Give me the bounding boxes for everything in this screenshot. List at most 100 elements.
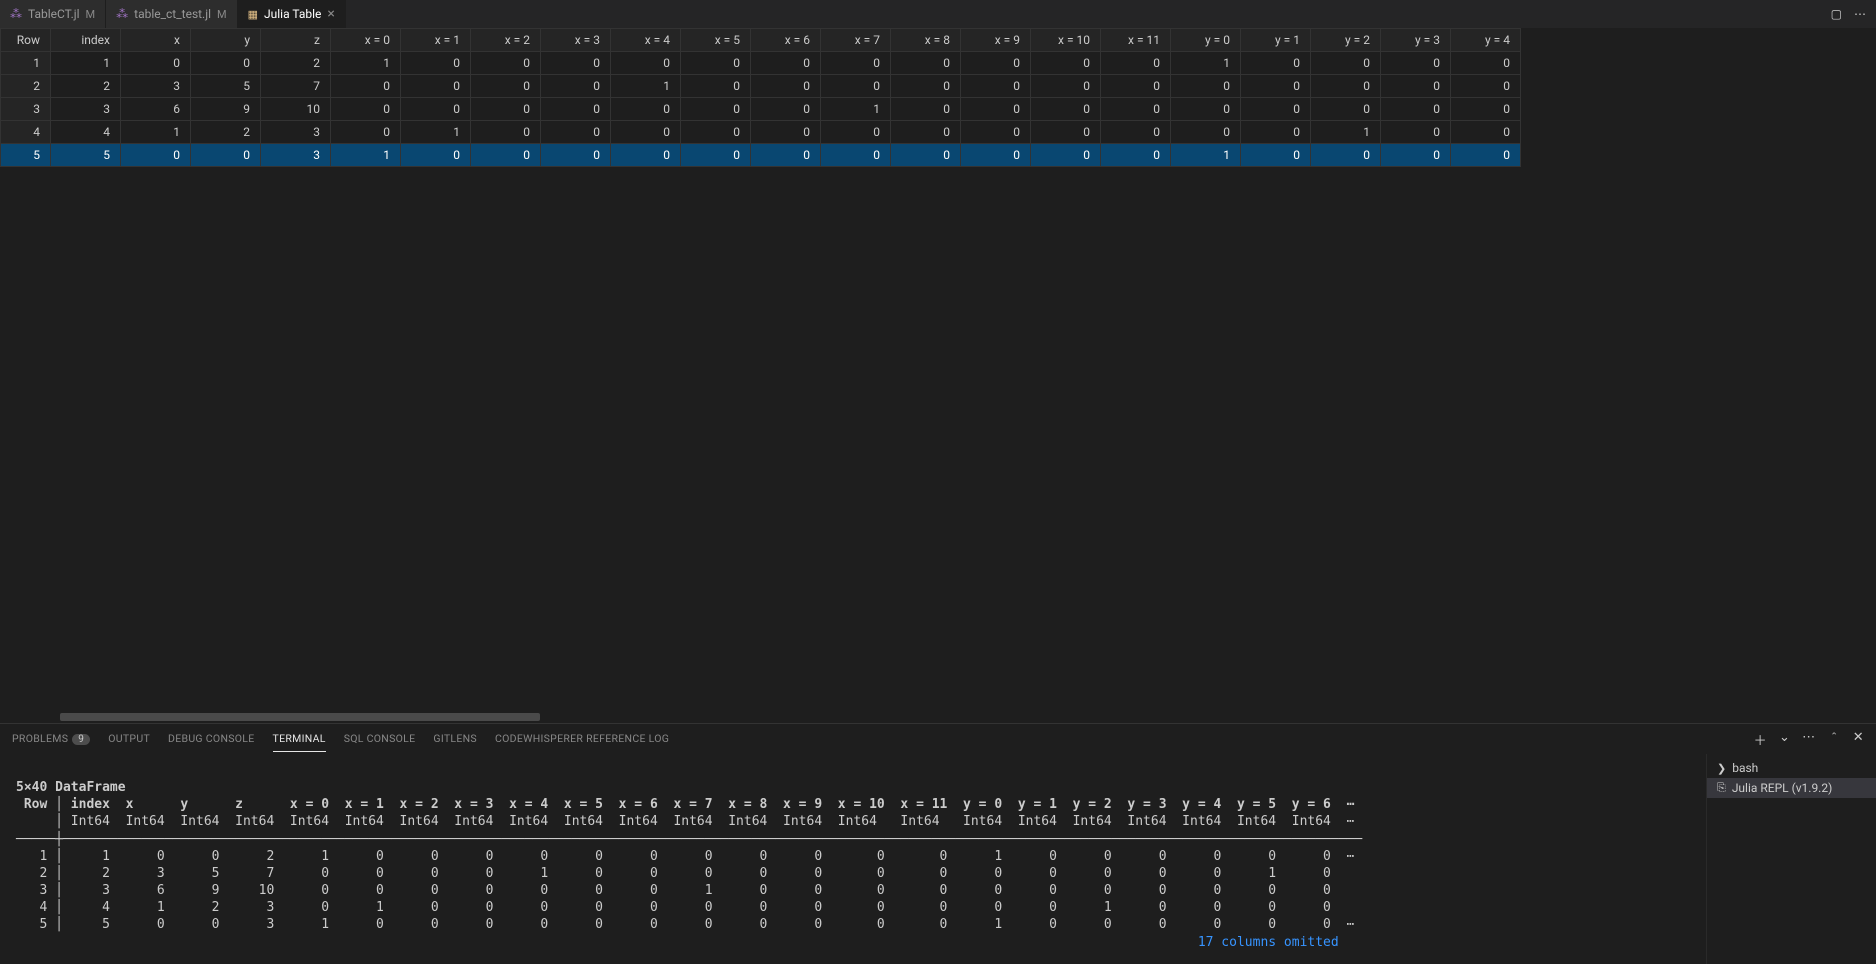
table-cell[interactable]: 0 (681, 144, 751, 167)
table-cell[interactable]: 3 (261, 121, 331, 144)
table-cell[interactable]: 0 (1101, 75, 1171, 98)
split-editor-icon[interactable]: ▢ (1831, 7, 1842, 21)
table-cell[interactable]: 0 (961, 144, 1031, 167)
table-cell[interactable]: 2 (1, 75, 51, 98)
table-cell[interactable]: 0 (1311, 98, 1381, 121)
table-cell[interactable]: 0 (1031, 144, 1101, 167)
table-cell[interactable]: 0 (1451, 52, 1521, 75)
table-cell[interactable]: 0 (1101, 52, 1171, 75)
table-cell[interactable]: 0 (471, 75, 541, 98)
panel-tab[interactable]: PROBLEMS9 (12, 726, 90, 752)
table-cell[interactable]: 0 (891, 144, 961, 167)
table-cell[interactable]: 0 (961, 52, 1031, 75)
table-cell[interactable]: 0 (191, 144, 261, 167)
table-cell[interactable]: 0 (1311, 52, 1381, 75)
terminal-dropdown-icon[interactable]: ⌄ (1779, 730, 1790, 749)
editor-tab[interactable]: ⁂TableCT.jlM (0, 0, 106, 28)
table-cell[interactable]: 0 (331, 75, 401, 98)
terminal-list-item[interactable]: ⎘Julia REPL (v1.9.2) (1707, 778, 1876, 798)
table-cell[interactable]: 0 (1241, 121, 1311, 144)
table-cell[interactable]: 3 (1, 98, 51, 121)
table-cell[interactable]: 0 (471, 144, 541, 167)
table-cell[interactable]: 2 (191, 121, 261, 144)
table-cell[interactable]: 1 (401, 121, 471, 144)
terminal-list-item[interactable]: ❯bash (1707, 758, 1876, 778)
column-header[interactable]: x = 4 (611, 29, 681, 52)
column-header[interactable]: x = 8 (891, 29, 961, 52)
table-cell[interactable]: 1 (1171, 144, 1241, 167)
table-cell[interactable]: 1 (821, 98, 891, 121)
table-cell[interactable]: 0 (1451, 98, 1521, 121)
panel-tab[interactable]: DEBUG CONSOLE (168, 726, 255, 752)
table-cell[interactable]: 5 (51, 144, 121, 167)
panel-more-icon[interactable]: ⋯ (1802, 730, 1815, 749)
column-header[interactable]: x = 7 (821, 29, 891, 52)
column-header[interactable]: index (51, 29, 121, 52)
column-header[interactable]: x = 9 (961, 29, 1031, 52)
new-terminal-icon[interactable]: ＋ (1754, 730, 1767, 749)
table-cell[interactable]: 1 (121, 121, 191, 144)
table-cell[interactable]: 0 (1451, 121, 1521, 144)
table-cell[interactable]: 3 (261, 144, 331, 167)
column-header[interactable]: y = 0 (1171, 29, 1241, 52)
table-cell[interactable]: 0 (121, 144, 191, 167)
column-header[interactable]: x = 2 (471, 29, 541, 52)
table-cell[interactable]: 0 (1101, 121, 1171, 144)
table-cell[interactable]: 0 (1171, 98, 1241, 121)
table-cell[interactable]: 0 (1381, 52, 1451, 75)
table-cell[interactable]: 1 (51, 52, 121, 75)
table-cell[interactable]: 0 (1031, 75, 1101, 98)
table-cell[interactable]: 0 (1241, 75, 1311, 98)
column-header[interactable]: x = 5 (681, 29, 751, 52)
column-header[interactable]: x = 0 (331, 29, 401, 52)
table-cell[interactable]: 0 (611, 52, 681, 75)
table-cell[interactable]: 0 (191, 52, 261, 75)
column-header[interactable]: Row (1, 29, 51, 52)
table-cell[interactable]: 1 (331, 144, 401, 167)
table-cell[interactable]: 0 (1311, 144, 1381, 167)
table-cell[interactable]: 2 (51, 75, 121, 98)
column-header[interactable]: y = 4 (1451, 29, 1521, 52)
table-cell[interactable]: 0 (1031, 98, 1101, 121)
table-cell[interactable]: 0 (1381, 144, 1451, 167)
table-cell[interactable]: 0 (891, 75, 961, 98)
table-cell[interactable]: 0 (1381, 121, 1451, 144)
column-header[interactable]: y = 2 (1311, 29, 1381, 52)
table-cell[interactable]: 0 (611, 98, 681, 121)
table-cell[interactable]: 0 (1241, 144, 1311, 167)
table-cell[interactable]: 0 (401, 75, 471, 98)
table-row[interactable]: 1100210000000000010000 (1, 52, 1521, 75)
table-cell[interactable]: 1 (331, 52, 401, 75)
table-cell[interactable]: 0 (821, 52, 891, 75)
table-cell[interactable]: 0 (961, 98, 1031, 121)
editor-tab[interactable]: ⁂table_ct_test.jlM (106, 0, 237, 28)
column-header[interactable]: z (261, 29, 331, 52)
table-viewer[interactable]: Rowindexxyzx = 0x = 1x = 2x = 3x = 4x = … (0, 28, 1876, 167)
table-cell[interactable]: 0 (751, 144, 821, 167)
table-cell[interactable]: 0 (1241, 52, 1311, 75)
panel-tab[interactable]: GITLENS (433, 726, 477, 752)
panel-tab[interactable]: SQL CONSOLE (344, 726, 416, 752)
table-cell[interactable]: 0 (401, 98, 471, 121)
column-header[interactable]: y = 3 (1381, 29, 1451, 52)
panel-tab[interactable]: TERMINAL (273, 726, 326, 752)
table-cell[interactable]: 0 (1171, 75, 1241, 98)
table-cell[interactable]: 0 (891, 98, 961, 121)
table-cell[interactable]: 0 (541, 144, 611, 167)
panel-tab[interactable]: OUTPUT (108, 726, 150, 752)
column-header[interactable]: y (191, 29, 261, 52)
table-cell[interactable]: 6 (121, 98, 191, 121)
table-cell[interactable]: 10 (261, 98, 331, 121)
table-cell[interactable]: 1 (1311, 121, 1381, 144)
table-cell[interactable]: 0 (891, 52, 961, 75)
table-cell[interactable]: 0 (1031, 52, 1101, 75)
table-cell[interactable]: 0 (541, 121, 611, 144)
table-cell[interactable]: 1 (1171, 52, 1241, 75)
column-header[interactable]: x = 3 (541, 29, 611, 52)
data-table[interactable]: Rowindexxyzx = 0x = 1x = 2x = 3x = 4x = … (0, 28, 1521, 167)
table-cell[interactable]: 0 (1171, 121, 1241, 144)
table-cell[interactable]: 3 (121, 75, 191, 98)
table-cell[interactable]: 0 (1101, 144, 1171, 167)
table-cell[interactable]: 1 (1, 52, 51, 75)
table-cell[interactable]: 0 (611, 144, 681, 167)
